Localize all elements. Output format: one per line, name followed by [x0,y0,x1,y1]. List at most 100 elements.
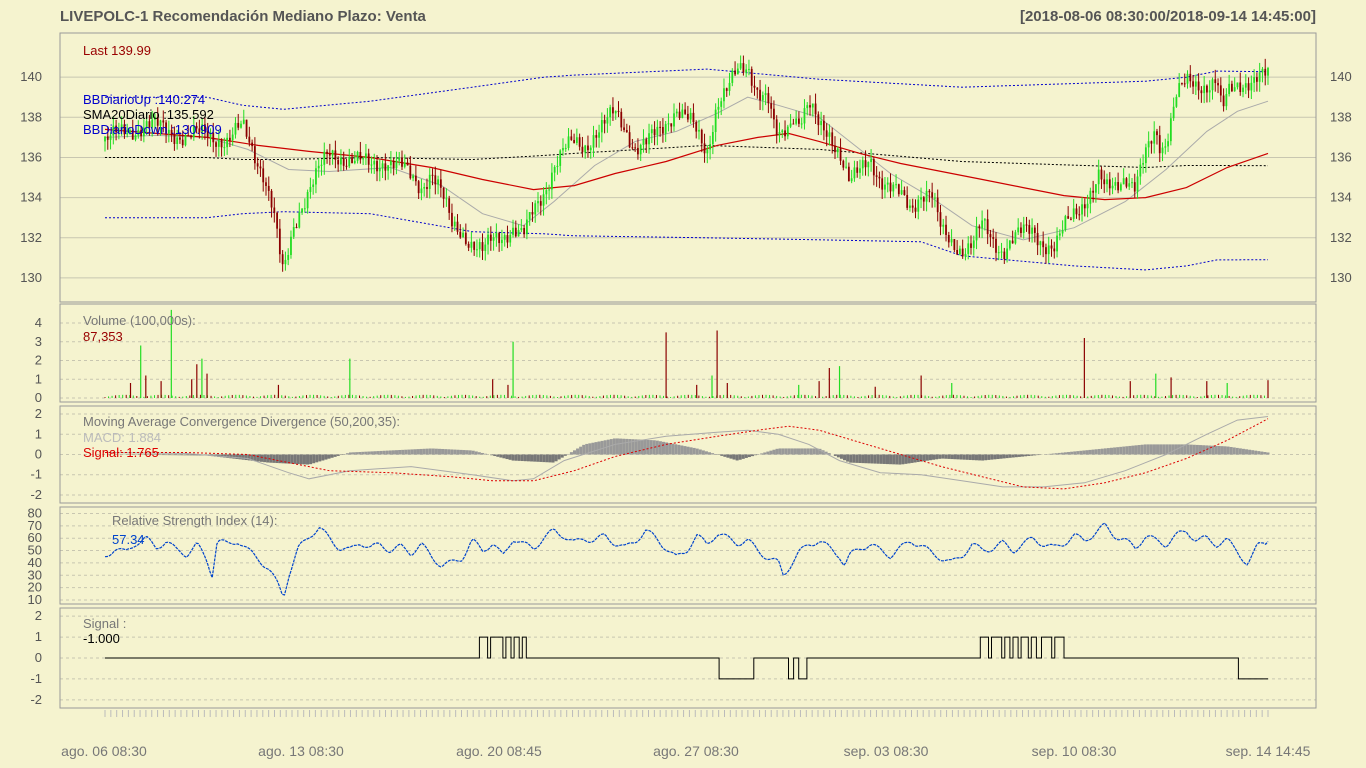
volume-panel-frame [59,303,1317,403]
candle-body [498,233,501,244]
candle-body [947,234,950,243]
candle-body [434,175,437,185]
candle-body [470,241,473,248]
volume-tick-label: 4 [35,315,42,330]
candle-body [978,226,981,229]
signal-tick-label: -2 [30,692,42,707]
candle-body [395,160,398,169]
candle-body [1050,245,1053,249]
candle-body [176,137,179,144]
candle-body [967,243,970,254]
candle-body [625,130,628,133]
candle-body [501,239,503,244]
candle-body [348,157,351,167]
candle-body [842,160,845,168]
candle-body [1219,85,1222,96]
candle-body [728,82,731,91]
candle-body [542,194,545,206]
x-axis-label: sep. 14 14:45 [1226,743,1311,759]
candle-body [892,184,895,192]
candle-body [856,167,859,173]
candle-body [1200,90,1203,94]
candle-body [442,187,445,199]
candle-body [525,219,528,235]
bb-up-line [105,68,1269,110]
candle-body [1225,94,1228,107]
candle-body [281,254,284,265]
candle-body [370,164,373,166]
candle-body [595,135,598,138]
candle-body [673,113,675,127]
candle-body [598,132,600,138]
candle-body [897,184,900,195]
candle-body [839,148,842,161]
macd-tick-label: 0 [35,447,42,462]
candle-body [773,108,775,120]
candle-body [273,207,276,213]
candle-body [284,259,287,265]
candle-body [1033,227,1036,233]
candle-body [1153,131,1156,144]
candle-body [1164,146,1167,148]
candle-body [748,68,750,70]
candle-body [473,241,476,250]
candle-body [928,190,931,193]
candle-body [267,185,270,191]
candle-body [295,227,298,229]
rsi-tick-label: 80 [28,505,42,520]
price-tick-label-right: 136 [1330,149,1352,164]
candle-body [420,188,423,194]
candle-body [603,120,606,124]
candle-body [467,243,470,248]
signal-last-value: -1.000 [83,631,120,646]
candle-body [648,133,650,145]
candle-body [675,111,678,114]
candle-body [961,248,964,257]
candle-body [720,101,723,107]
rsi-line [104,522,1269,596]
candle-body [312,184,315,187]
rsi-last-value: 57.34 [112,532,145,547]
price-tick-label-right: 134 [1330,190,1352,205]
candle-body [592,135,595,148]
candle-body [789,123,792,127]
x-axis-label: ago. 13 08:30 [258,743,344,759]
candle-body [226,137,229,148]
candle-body [634,147,637,149]
candle-body [403,162,406,167]
candle-body [800,123,803,125]
x-axis-label: ago. 27 08:30 [653,743,739,759]
candle-body [376,160,378,172]
last-price-label: Last 139.99 [83,43,151,58]
candle-body [587,145,589,151]
signal-tick-label: 2 [35,608,42,623]
candle-body [1197,81,1200,91]
candle-body [478,242,481,250]
candle-body [1017,227,1020,233]
candle-body [1045,247,1047,255]
candle-body [775,119,778,136]
candle-body [770,103,773,109]
candle-body [1108,179,1111,189]
candle-body [389,160,392,166]
candle-body [828,132,831,137]
candle-body [981,220,984,229]
candle-body [512,227,514,235]
candle-body [256,163,259,167]
candle-body [723,88,725,102]
candle-body [1111,185,1114,189]
candle-body [637,147,639,155]
candle-body [1025,224,1028,226]
candle-body [684,109,687,114]
candle-body [220,140,223,148]
candle-body [570,136,573,140]
candle-body [1028,225,1031,234]
bb-mid-line [105,144,1269,169]
sma20-line [104,96,1269,241]
candle-body [784,130,786,137]
candle-body [303,208,306,210]
candle-body [1194,81,1197,87]
candle-body [104,136,106,142]
candle-body [1022,224,1025,234]
candle-body [1042,241,1045,248]
